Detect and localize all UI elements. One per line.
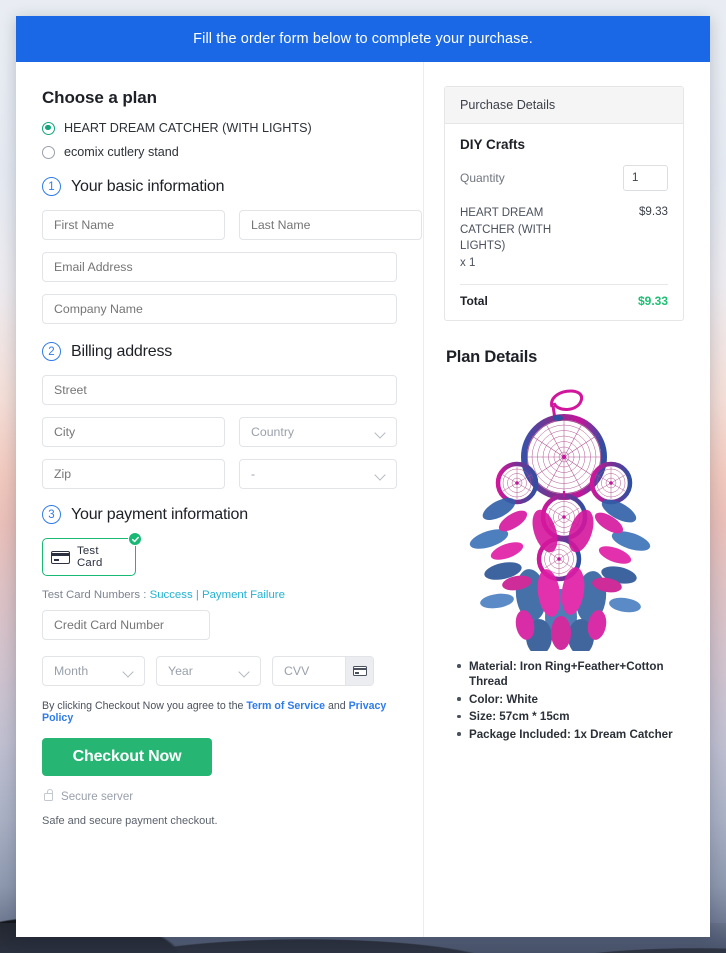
plan-details-heading: Plan Details — [446, 347, 538, 366]
list-item: Size: 57cm * 15cm — [456, 709, 684, 725]
test-card-numbers-line: Test Card Numbers : Success | Payment Fa… — [42, 589, 397, 601]
zip-state-row: - — [42, 459, 397, 501]
quantity-input[interactable] — [623, 165, 668, 191]
name-fields-row — [42, 210, 422, 252]
credit-card-number-input[interactable] — [42, 610, 210, 640]
list-item: Package Included: 1x Dream Catcher — [456, 727, 684, 743]
total-row: Total $9.33 — [460, 294, 668, 308]
payment-method-label: Test Card — [77, 545, 103, 569]
first-name-input[interactable] — [42, 210, 225, 240]
check-circle-icon — [128, 532, 142, 546]
country-select-value: Country — [251, 425, 295, 439]
line-item-price: $9.33 — [638, 205, 668, 218]
terms-text: By clicking Checkout Now you agree to th… — [42, 700, 397, 724]
plan-option-label: HEART DREAM CATCHER (WITH LIGHTS) — [64, 121, 312, 135]
banner-text: Fill the order form below to complete yo… — [193, 31, 533, 47]
city-input[interactable] — [42, 417, 225, 447]
step-number-badge: 2 — [42, 342, 61, 361]
step-header-payment-information: 3 Your payment information — [42, 505, 397, 524]
dream-catcher-image — [469, 389, 651, 651]
terms-prefix: By clicking Checkout Now you agree to th… — [42, 700, 247, 712]
list-item: Color: White — [456, 692, 684, 708]
terms-conjunction: and — [325, 700, 349, 712]
cvv-field[interactable]: CVV — [272, 656, 374, 686]
step-title: Your basic information — [71, 177, 225, 195]
cvv-card-icon — [345, 657, 373, 685]
test-card-prefix: Test Card Numbers : — [42, 589, 150, 601]
expiry-year-select[interactable]: Year — [156, 656, 261, 686]
payment-method-test-card[interactable]: Test Card — [42, 532, 142, 576]
list-item: Material: Iron Ring+Feather+Cotton Threa… — [456, 659, 684, 690]
street-input[interactable] — [42, 375, 397, 405]
plan-option-ecomix-cutlery-stand[interactable]: ecomix cutlery stand — [42, 145, 397, 159]
state-select-value: - — [251, 467, 256, 481]
total-label: Total — [460, 293, 488, 308]
city-country-row: Country — [42, 417, 397, 459]
credit-card-icon — [51, 550, 70, 564]
checkout-now-button[interactable]: Checkout Now — [42, 738, 212, 776]
plan-option-heart-dream-catcher[interactable]: HEART DREAM CATCHER (WITH LIGHTS) — [42, 121, 397, 135]
checkout-card: Fill the order form below to complete yo… — [16, 16, 710, 937]
step-number-badge: 1 — [42, 177, 61, 196]
purchase-details-body: DIY Crafts Quantity HEART DREAM CATCHER … — [445, 124, 683, 320]
expiry-year-value: Year — [168, 664, 193, 678]
expiry-month-select[interactable]: Month — [42, 656, 145, 686]
secure-server-label: Secure server — [61, 790, 134, 803]
choose-plan-heading: Choose a plan — [42, 88, 157, 107]
card-columns: Choose a plan HEART DREAM CATCHER (WITH … — [16, 62, 710, 937]
state-select[interactable]: - — [239, 459, 397, 489]
last-name-input[interactable] — [239, 210, 422, 240]
quantity-label: Quantity — [460, 171, 505, 185]
checkout-footnote: Safe and secure payment checkout. — [42, 815, 218, 827]
quantity-row: Quantity — [460, 165, 668, 191]
radio-icon-unselected[interactable] — [42, 145, 55, 159]
purchase-line-item: HEART DREAM CATCHER (WITH LIGHTS) x 1 $9… — [460, 205, 668, 285]
line-item-name: HEART DREAM CATCHER (WITH LIGHTS) x 1 — [460, 205, 595, 272]
step-number-badge: 3 — [42, 505, 61, 524]
step-header-basic-information: 1 Your basic information — [42, 177, 397, 196]
purchase-details-panel: Purchase Details DIY Crafts Quantity HEA… — [444, 86, 684, 321]
test-card-separator: | — [192, 589, 202, 601]
purchase-details-header: Purchase Details — [445, 87, 683, 124]
country-select[interactable]: Country — [239, 417, 397, 447]
email-input[interactable] — [42, 252, 397, 282]
plan-details-bullets: Material: Iron Ring+Feather+Cotton Threa… — [456, 659, 684, 743]
summary-column: Purchase Details DIY Crafts Quantity HEA… — [424, 62, 710, 937]
company-name-input[interactable] — [42, 294, 397, 324]
cvv-placeholder-text: CVV — [284, 664, 310, 678]
step-title: Billing address — [71, 342, 173, 360]
expiry-cvv-row: Month Year CVV — [42, 656, 397, 686]
plan-option-label: ecomix cutlery stand — [64, 145, 179, 159]
top-banner: Fill the order form below to complete yo… — [16, 16, 710, 62]
secure-server-row: Secure server — [42, 788, 397, 803]
total-value: $9.33 — [637, 293, 668, 308]
radio-icon-selected[interactable] — [42, 121, 55, 135]
term-of-service-link[interactable]: Term of Service — [246, 700, 325, 712]
lock-icon — [44, 788, 53, 801]
line-item-title: HEART DREAM CATCHER (WITH LIGHTS) — [460, 207, 552, 253]
expiry-month-value: Month — [54, 664, 89, 678]
step-title: Your payment information — [71, 505, 248, 523]
step-header-billing-address: 2 Billing address — [42, 342, 397, 361]
test-card-success-link[interactable]: Success — [150, 589, 193, 601]
zip-input[interactable] — [42, 459, 225, 489]
purchase-plan-name: DIY Crafts — [460, 137, 526, 152]
line-item-quantity: x 1 — [460, 257, 476, 270]
order-form-column: Choose a plan HEART DREAM CATCHER (WITH … — [16, 62, 424, 937]
test-card-failure-link[interactable]: Payment Failure — [202, 589, 285, 601]
